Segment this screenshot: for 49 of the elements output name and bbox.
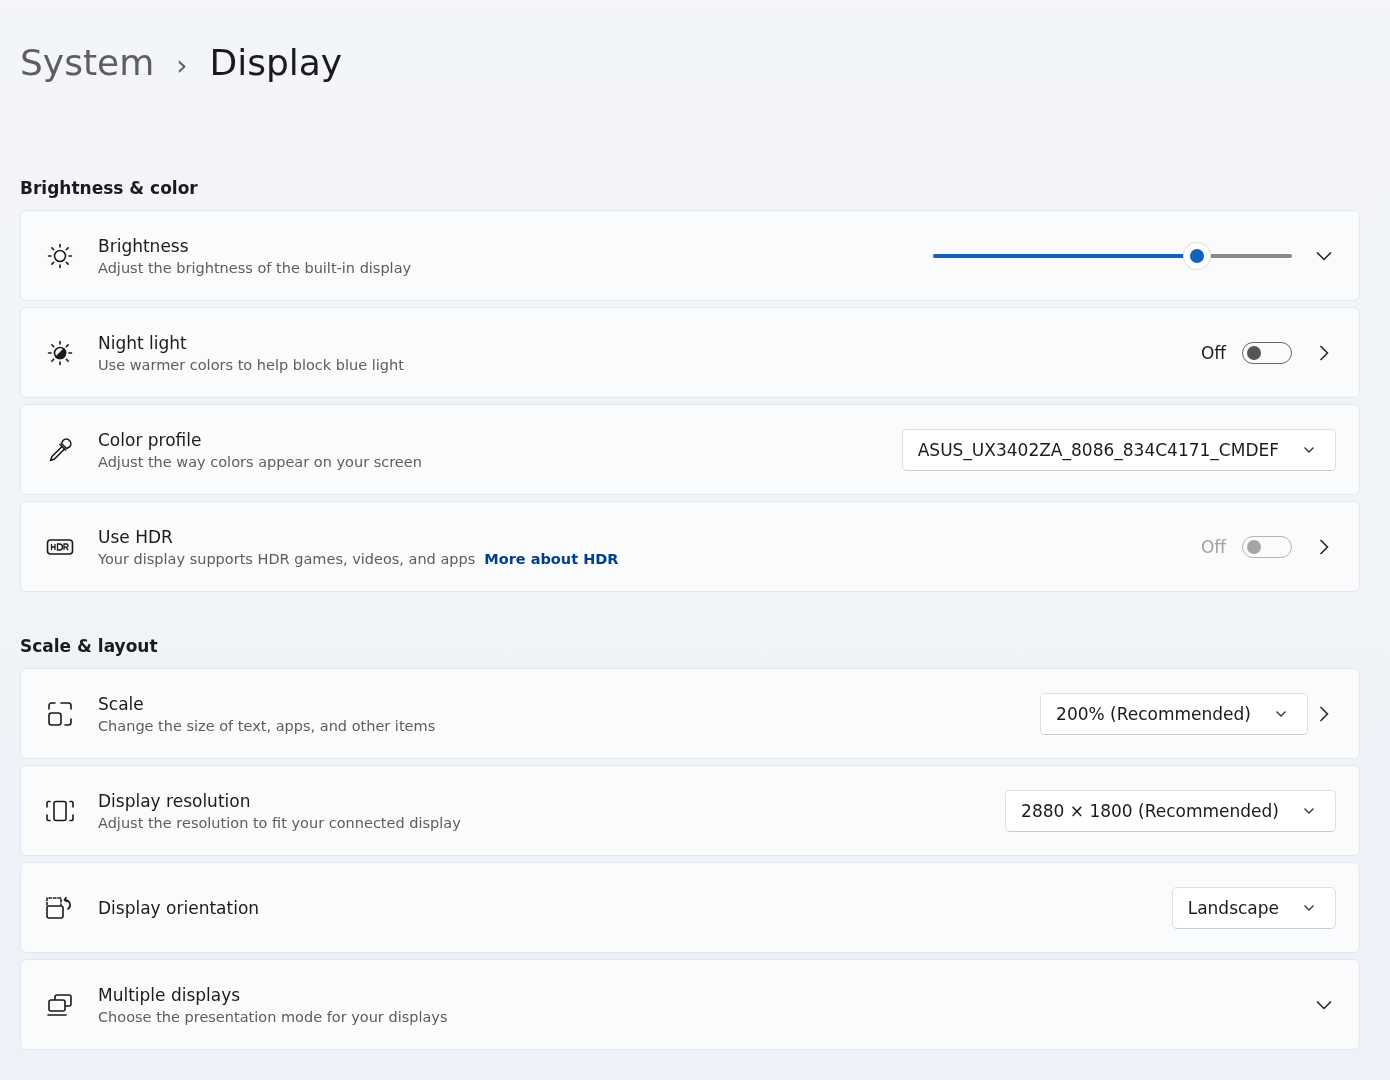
setting-description: Change the size of text, apps, and other items xyxy=(98,717,436,734)
setting-title: Scale xyxy=(98,693,145,714)
setting-description: Your display supports HDR games, videos, and apps xyxy=(98,550,476,567)
setting-card[interactable]: Brightness Adjust the brightness of the built-in display xyxy=(20,210,1360,301)
setting-title: Night light xyxy=(98,332,188,353)
setting-card[interactable]: Multiple displays Choose the presentation mode for your displays xyxy=(20,959,1360,1050)
toggle-state-label: Off xyxy=(1200,342,1226,363)
section-heading: Scale & layout xyxy=(20,636,159,656)
chevron-down-icon xyxy=(1303,806,1315,815)
setting-card[interactable]: Color profile Adjust the way colors appear on your screen ASUS_UX3402ZA_8086_834C4171_CMDEF xyxy=(20,404,1360,495)
chevron-down-icon[interactable] xyxy=(1316,999,1332,1010)
resolution-icon xyxy=(44,798,75,823)
dropdown[interactable]: 200% (Recommended) xyxy=(1040,692,1308,735)
chevron-down-icon xyxy=(1303,903,1315,912)
section-heading: Brightness & color xyxy=(20,178,199,198)
setting-description: Use warmer colors to help block blue light xyxy=(98,356,404,373)
setting-title: Brightness xyxy=(98,235,190,256)
hdr-icon xyxy=(45,536,74,557)
setting-card[interactable]: Display orientation Landscape xyxy=(20,862,1360,953)
scale-icon xyxy=(45,699,74,728)
chevron-down-icon xyxy=(1303,445,1315,454)
setting-description: Adjust the resolution to fit your connected display xyxy=(98,814,461,831)
slider-thumb[interactable] xyxy=(1183,242,1210,269)
setting-title: Display resolution xyxy=(98,790,252,811)
setting-title: Display orientation xyxy=(98,897,261,918)
setting-description: Adjust the way colors appear on your screen xyxy=(98,453,422,470)
sun-icon xyxy=(45,241,74,270)
chevron-down-icon[interactable] xyxy=(1316,250,1332,261)
chevron-down-icon xyxy=(1275,709,1287,718)
setting-card[interactable]: Scale Change the size of text, apps, and other items 200% (Recommended) xyxy=(20,668,1360,759)
chevron-right-icon[interactable] xyxy=(1319,705,1329,722)
setting-card[interactable]: Night light Use warmer colors to help block blue light Off xyxy=(20,307,1360,398)
breadcrumb-parent[interactable]: System xyxy=(20,42,155,83)
chevron-right-icon[interactable] xyxy=(1319,344,1329,361)
setting-card[interactable]: Display resolution Adjust the resolution to fit your connected display 2880 × 1800 (Recommended) xyxy=(20,765,1360,856)
setting-title: Color profile xyxy=(98,429,203,450)
setting-title: Use HDR xyxy=(98,526,174,547)
toggle-state-label: Off xyxy=(1200,536,1226,557)
dropdown[interactable]: 2880 × 1800 (Recommended) xyxy=(1005,789,1336,832)
setting-description: Choose the presentation mode for your displays xyxy=(98,1008,448,1025)
dropdown[interactable]: ASUS_UX3402ZA_8086_834C4171_CMDEF xyxy=(901,428,1336,471)
dropdown[interactable]: Landscape xyxy=(1171,886,1336,929)
half-sun-icon xyxy=(45,338,74,367)
page-title: Display xyxy=(209,42,343,83)
setting-description: Adjust the brightness of the built-in display xyxy=(98,259,412,276)
breadcrumb-separator: › xyxy=(176,49,188,82)
monitors-icon xyxy=(44,991,75,1018)
slider-track[interactable] xyxy=(933,253,1292,258)
setting-title: Multiple displays xyxy=(98,984,242,1005)
